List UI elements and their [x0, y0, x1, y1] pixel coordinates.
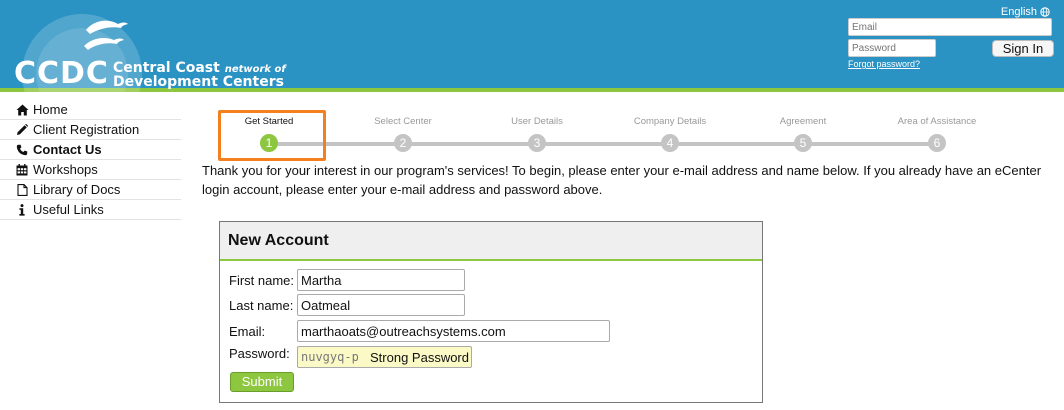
- sidebar-item-library-of-docs[interactable]: Library of Docs: [0, 180, 181, 200]
- info-icon: [15, 203, 29, 217]
- submit-button[interactable]: Submit: [230, 372, 294, 392]
- ccdc-logo[interactable]: CCDC Central Coast network of Developmen…: [10, 14, 286, 134]
- last-name-row: Last name:: [229, 294, 465, 316]
- step-number: 4: [661, 134, 679, 152]
- new-account-form: New Account First name: Last name: Email…: [219, 221, 763, 403]
- home-icon: [15, 103, 29, 117]
- step-number: 6: [928, 134, 946, 152]
- password-row: Password: nuvgyq-p Strong Password: [229, 346, 472, 368]
- step-user-details: User Details 3: [470, 112, 604, 152]
- step-company-details: Company Details 4: [603, 112, 737, 152]
- sidebar-item-useful-links[interactable]: Useful Links: [0, 200, 181, 220]
- step-label: User Details: [511, 116, 563, 127]
- sidebar-item-workshops[interactable]: Workshops: [0, 160, 181, 180]
- sidebar-item-label: Useful Links: [33, 202, 104, 217]
- step-label: Area of Assistance: [897, 116, 977, 127]
- first-name-field[interactable]: [297, 269, 465, 291]
- calendar-icon: [15, 163, 29, 177]
- step-number: 3: [528, 134, 546, 152]
- dolphin-icon: [84, 20, 128, 50]
- strong-password-suggestion[interactable]: Strong Password: [370, 350, 469, 365]
- header-email-input[interactable]: [848, 18, 1052, 36]
- current-step-highlight: [218, 110, 326, 161]
- step-agreement: Agreement 5: [736, 112, 870, 152]
- password-field[interactable]: nuvgyq-p Strong Password: [297, 346, 472, 368]
- step-area-of-assistance: Area of Assistance 6: [870, 112, 1004, 152]
- email-label: Email:: [229, 323, 266, 339]
- sidebar-item-contact-us[interactable]: Contact Us: [0, 140, 181, 160]
- language-label: English: [1000, 6, 1037, 18]
- pencil-icon: [15, 123, 29, 137]
- password-label: Password:: [229, 346, 290, 361]
- sidebar-item-label: Workshops: [33, 162, 98, 177]
- sidebar-item-home[interactable]: Home: [0, 100, 181, 120]
- step-number: 5: [794, 134, 812, 152]
- last-name-field[interactable]: [297, 294, 465, 316]
- step-select-center: Select Center 2: [336, 112, 470, 152]
- sidebar-item-label: Home: [33, 102, 68, 117]
- header-password-input[interactable]: [848, 39, 936, 57]
- sign-in-button[interactable]: Sign In: [992, 40, 1054, 57]
- step-label: Agreement: [779, 116, 827, 127]
- email-row: Email:: [229, 320, 610, 342]
- first-name-label: First name:: [229, 272, 295, 288]
- logo-abbreviation: CCDC: [14, 56, 109, 91]
- phone-icon: [15, 143, 29, 157]
- intro-text: Thank you for your interest in our progr…: [202, 163, 1042, 197]
- step-label: Company Details: [633, 116, 707, 127]
- email-field[interactable]: [297, 320, 610, 342]
- first-name-row: First name:: [229, 269, 465, 291]
- sidebar-item-label: Contact Us: [33, 142, 102, 157]
- site-header: CCDC Central Coast network of Developmen…: [0, 0, 1064, 134]
- password-value: nuvgyq-p: [301, 350, 359, 364]
- last-name-label: Last name:: [229, 297, 294, 313]
- language-selector[interactable]: English: [1001, 6, 1050, 18]
- form-title: New Account: [220, 222, 762, 261]
- sidebar-item-label: Library of Docs: [33, 182, 121, 197]
- sidebar-nav: Home Client Registration Contact Us Work…: [0, 100, 181, 220]
- globe-icon: [1040, 7, 1050, 17]
- forgot-password-link[interactable]: Forgot password?: [848, 59, 920, 69]
- document-icon: [15, 183, 29, 197]
- registration-stepper: Get Started 1 Select Center 2 User Detai…: [202, 112, 1032, 162]
- sidebar-item-client-registration[interactable]: Client Registration: [0, 120, 181, 140]
- step-label: Select Center: [374, 116, 432, 127]
- logo-tagline-line2: Development Centers: [113, 74, 284, 90]
- step-number: 2: [394, 134, 412, 152]
- sidebar-item-label: Client Registration: [33, 122, 140, 137]
